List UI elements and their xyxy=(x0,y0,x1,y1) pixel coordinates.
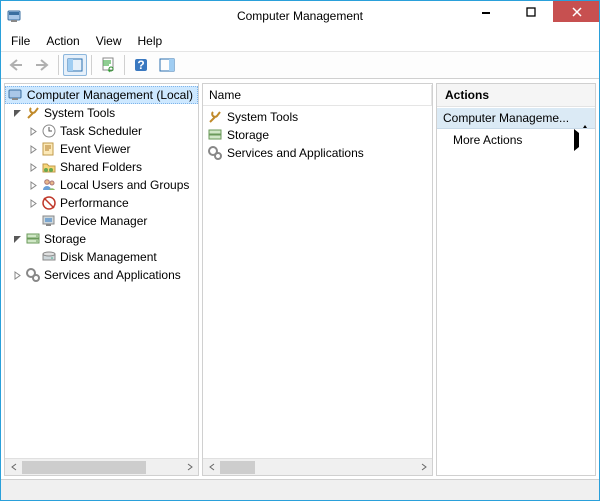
expander-open-icon[interactable] xyxy=(9,235,25,244)
menu-action[interactable]: Action xyxy=(38,32,87,50)
center-h-scrollbar[interactable] xyxy=(203,458,432,475)
tree-shared-folders[interactable]: Shared Folders xyxy=(5,158,198,176)
tree-task-scheduler[interactable]: Task Scheduler xyxy=(5,122,198,140)
storage-icon xyxy=(25,231,41,247)
actions-pane-header: Actions xyxy=(437,84,595,107)
device-manager-icon xyxy=(41,213,57,229)
computer-management-icon xyxy=(8,87,24,103)
actions-more-actions[interactable]: More Actions xyxy=(437,129,595,151)
minimize-button[interactable] xyxy=(463,1,508,22)
scroll-track[interactable] xyxy=(22,459,181,476)
actions-group-header[interactable]: Computer Manageme... xyxy=(437,107,595,129)
status-bar xyxy=(1,479,599,500)
tree-label: System Tools xyxy=(44,106,115,120)
tree-label: Shared Folders xyxy=(60,160,142,174)
tree-label: Event Viewer xyxy=(60,142,130,156)
list-item-system-tools[interactable]: System Tools xyxy=(203,108,432,126)
tree-disk-management[interactable]: Disk Management xyxy=(5,248,198,266)
toolbar-separator xyxy=(91,55,92,75)
storage-icon xyxy=(207,127,223,143)
toolbar: ? xyxy=(1,51,599,79)
nav-forward-button[interactable] xyxy=(30,54,54,76)
list-item-label: Services and Applications xyxy=(227,146,364,160)
tools-icon xyxy=(25,105,41,121)
expander-closed-icon[interactable] xyxy=(25,181,41,190)
show-hide-action-pane-button[interactable] xyxy=(155,54,179,76)
scroll-left-arrow[interactable] xyxy=(203,459,220,476)
users-icon xyxy=(41,177,57,193)
show-hide-tree-button[interactable] xyxy=(63,54,87,76)
app-icon xyxy=(5,6,25,26)
performance-icon xyxy=(41,195,57,211)
expander-closed-icon[interactable] xyxy=(25,145,41,154)
actions-pane: Actions Computer Manageme... More Action… xyxy=(436,83,596,476)
result-pane: Name System Tools Storage xyxy=(202,83,433,476)
menu-help[interactable]: Help xyxy=(130,32,171,50)
console-tree-pane: Computer Management (Local) System Tools xyxy=(4,83,199,476)
disk-icon xyxy=(41,249,57,265)
left-h-scrollbar[interactable] xyxy=(5,458,198,475)
tree-local-users-groups[interactable]: Local Users and Groups xyxy=(5,176,198,194)
title-bar: Computer Management xyxy=(1,1,599,31)
menu-bar: File Action View Help xyxy=(1,31,599,51)
scroll-track[interactable] xyxy=(220,459,415,476)
tree-system-tools[interactable]: System Tools xyxy=(5,104,198,122)
submenu-arrow-icon xyxy=(574,133,579,147)
tree-device-manager[interactable]: Device Manager xyxy=(5,212,198,230)
list-body[interactable]: System Tools Storage Services and Applic… xyxy=(203,106,432,164)
window: Computer Management File Action View Hel… xyxy=(0,0,600,501)
menu-view[interactable]: View xyxy=(88,32,130,50)
shared-folders-icon xyxy=(41,159,57,175)
scroll-right-arrow[interactable] xyxy=(415,459,432,476)
expander-open-icon[interactable] xyxy=(9,109,25,118)
tree-storage[interactable]: Storage xyxy=(5,230,198,248)
list-item-services-apps[interactable]: Services and Applications xyxy=(203,144,432,162)
tree-label: Disk Management xyxy=(60,250,157,264)
tree-root[interactable]: Computer Management (Local) xyxy=(5,86,198,104)
event-viewer-icon xyxy=(41,141,57,157)
tree-label: Device Manager xyxy=(60,214,147,228)
expander-closed-icon[interactable] xyxy=(25,199,41,208)
close-button[interactable] xyxy=(553,1,599,22)
maximize-button[interactable] xyxy=(508,1,553,22)
tree-label: Computer Management (Local) xyxy=(27,88,193,102)
tree-label: Local Users and Groups xyxy=(60,178,189,192)
list-header[interactable]: Name xyxy=(203,84,432,106)
caption-buttons xyxy=(463,1,599,31)
expander-closed-icon[interactable] xyxy=(9,271,25,280)
main-area: Computer Management (Local) System Tools xyxy=(1,79,599,479)
scroll-right-arrow[interactable] xyxy=(181,459,198,476)
svg-text:?: ? xyxy=(137,58,144,72)
tree-services-apps[interactable]: Services and Applications xyxy=(5,266,198,284)
tree-event-viewer[interactable]: Event Viewer xyxy=(5,140,198,158)
expander-closed-icon[interactable] xyxy=(25,127,41,136)
list-item-storage[interactable]: Storage xyxy=(203,126,432,144)
toolbar-separator xyxy=(124,55,125,75)
expander-closed-icon[interactable] xyxy=(25,163,41,172)
list-item-label: System Tools xyxy=(227,110,298,124)
list-item-label: Storage xyxy=(227,128,269,142)
actions-item-label: More Actions xyxy=(453,133,522,147)
clock-icon xyxy=(41,123,57,139)
tree-label: Task Scheduler xyxy=(60,124,142,138)
tree-label: Storage xyxy=(44,232,86,246)
actions-group-title: Computer Manageme... xyxy=(443,111,569,125)
services-icon xyxy=(207,145,223,161)
services-icon xyxy=(25,267,41,283)
console-tree[interactable]: Computer Management (Local) System Tools xyxy=(5,84,198,286)
collapse-icon[interactable] xyxy=(581,111,589,125)
tree-label: Services and Applications xyxy=(44,268,181,282)
help-button[interactable]: ? xyxy=(129,54,153,76)
tree-label: Performance xyxy=(60,196,129,210)
toolbar-separator xyxy=(58,55,59,75)
column-header-name[interactable]: Name xyxy=(203,85,432,105)
menu-file[interactable]: File xyxy=(3,32,38,50)
tools-icon xyxy=(207,109,223,125)
tree-performance[interactable]: Performance xyxy=(5,194,198,212)
nav-back-button[interactable] xyxy=(4,54,28,76)
scroll-left-arrow[interactable] xyxy=(5,459,22,476)
properties-button[interactable] xyxy=(96,54,120,76)
